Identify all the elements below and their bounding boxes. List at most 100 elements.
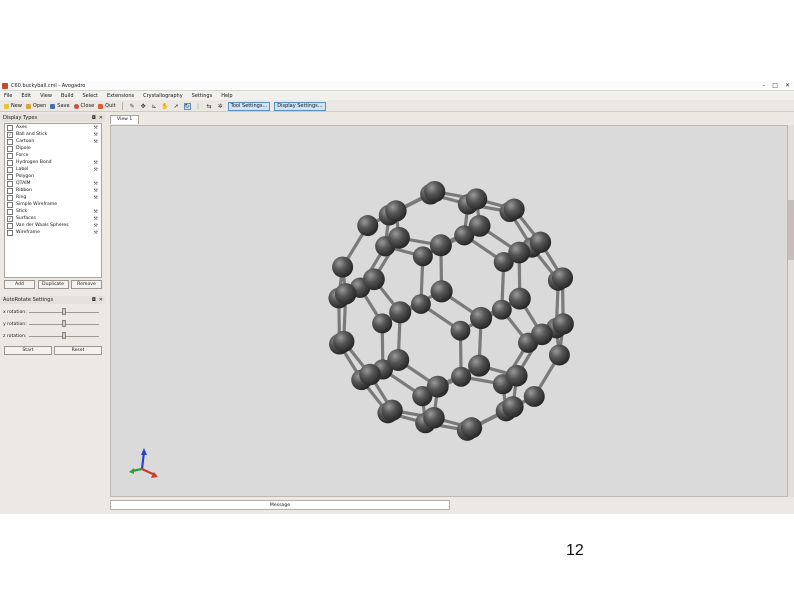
menu-crystallography[interactable]: Crystallography — [143, 93, 183, 99]
menu-build[interactable]: Build — [61, 93, 74, 99]
select-tool-icon[interactable]: ➚ — [173, 103, 180, 110]
dock-close-icon[interactable]: ✕ — [99, 297, 103, 303]
x-rotation-label: x rotation: — [3, 309, 27, 315]
menu-extensions[interactable]: Extensions — [107, 93, 134, 99]
display-type-row[interactable]: Polygon — [5, 173, 101, 180]
close-button[interactable]: Close — [73, 103, 94, 109]
settings-wrench-icon[interactable]: ⚒ — [94, 216, 98, 222]
settings-wrench-icon[interactable]: ⚒ — [94, 167, 98, 173]
display-type-checkbox[interactable] — [7, 124, 13, 131]
save-button[interactable]: Save — [50, 103, 70, 109]
display-type-row[interactable]: Simple Wireframe — [5, 201, 101, 208]
menu-select[interactable]: Select — [83, 93, 98, 99]
settings-wrench-icon[interactable]: ⚒ — [94, 139, 98, 145]
open-button[interactable]: Open — [25, 103, 46, 109]
display-type-checkbox[interactable] — [7, 187, 13, 194]
maximize-button[interactable]: □ — [772, 82, 778, 89]
y-rotation-slider[interactable] — [62, 320, 66, 327]
display-type-checkbox[interactable] — [7, 208, 13, 215]
new-button[interactable]: New — [4, 103, 22, 109]
autorotate-tool-icon[interactable]: ↻ — [183, 102, 191, 110]
navigate-tool-icon[interactable]: ✥ — [140, 103, 147, 110]
display-type-checkbox[interactable] — [7, 152, 13, 159]
bond-centric-tool-icon[interactable]: ⊾ — [151, 103, 158, 110]
carbon-atom — [362, 268, 385, 291]
display-type-row[interactable]: Ribbon ⚒ — [5, 187, 101, 194]
display-type-label: Simple Wireframe — [16, 202, 58, 207]
quit-label: Quit — [105, 103, 116, 109]
settings-wrench-icon[interactable]: ⚒ — [94, 223, 98, 229]
z-rotation-slider[interactable] — [62, 332, 66, 339]
menu-settings[interactable]: Settings — [192, 93, 213, 99]
settings-wrench-icon[interactable]: ⚒ — [94, 125, 98, 131]
measure-tool-icon[interactable]: ⋮ — [195, 103, 202, 110]
display-type-checkbox[interactable] — [7, 166, 13, 173]
display-types-list: Axes ⚒ ✓ Ball and Stick ⚒ Cartoon ⚒ Dipole Force… — [4, 123, 102, 278]
quit-button[interactable]: Quit — [98, 103, 116, 109]
add-button[interactable]: Add — [4, 280, 35, 289]
menu-file[interactable]: File — [4, 93, 12, 99]
display-type-checkbox[interactable] — [7, 222, 13, 229]
display-type-checkbox[interactable] — [7, 138, 13, 145]
manipulate-tool-icon[interactable]: ✋ — [161, 103, 168, 110]
display-type-row[interactable]: Van der Waals Spheres ⚒ — [5, 222, 101, 229]
molecule-viewport[interactable] — [110, 125, 788, 497]
draw-tool-icon[interactable]: ✎ — [129, 103, 136, 110]
menu-view[interactable]: View — [40, 93, 52, 99]
duplicate-button[interactable]: Duplicate — [37, 280, 69, 289]
right-scrollbar[interactable] — [788, 125, 794, 497]
settings-wrench-icon[interactable]: ⚒ — [94, 195, 98, 201]
display-types-dock: Display Types ◘ ✕ Axes ⚒ ✓ Ball and Stick ⚒ Ca… — [1, 114, 105, 514]
align-tool-icon[interactable]: ⇆ — [206, 103, 213, 110]
display-type-row[interactable]: Force — [5, 152, 101, 159]
dock-close-icon[interactable]: ✕ — [99, 115, 103, 121]
menu-edit[interactable]: Edit — [21, 93, 31, 99]
display-type-checkbox[interactable] — [7, 180, 13, 187]
display-type-row[interactable]: Ring ⚒ — [5, 194, 101, 201]
display-type-checkbox[interactable]: ✓ — [7, 131, 13, 138]
display-type-row[interactable]: Dipole — [5, 145, 101, 152]
carbon-atom — [450, 320, 471, 341]
tab-view-1[interactable]: View 1 — [110, 115, 140, 124]
scrollbar-thumb[interactable] — [788, 200, 794, 260]
display-type-row[interactable]: ✓ Surfaces ⚒ — [5, 215, 101, 222]
x-rotation-slider[interactable] — [62, 308, 66, 315]
display-type-row[interactable]: Label ⚒ — [5, 166, 101, 173]
menu-help[interactable]: Help — [221, 93, 232, 99]
display-type-row[interactable]: Stick ⚒ — [5, 208, 101, 215]
settings-wrench-icon[interactable]: ⚒ — [94, 181, 98, 187]
reset-button[interactable]: Reset — [54, 346, 102, 355]
settings-wrench-icon[interactable]: ⚒ — [94, 132, 98, 138]
carbon-atom — [551, 267, 574, 289]
display-type-checkbox[interactable] — [7, 194, 13, 201]
tool-settings-button[interactable]: Tool Settings... — [227, 101, 271, 111]
display-type-checkbox[interactable]: ✓ — [7, 215, 13, 222]
start-button[interactable]: Start — [4, 346, 52, 355]
display-type-checkbox[interactable] — [7, 159, 13, 166]
display-type-checkbox[interactable] — [7, 201, 13, 208]
settings-wrench-icon[interactable]: ⚒ — [94, 188, 98, 194]
minimize-button[interactable]: – — [762, 82, 765, 89]
display-type-row[interactable]: QTAIM ⚒ — [5, 180, 101, 187]
carbon-atom — [387, 349, 410, 371]
display-type-row[interactable]: Wireframe ⚒ — [5, 229, 101, 236]
display-type-checkbox[interactable] — [7, 229, 13, 236]
close-window-button[interactable]: ✕ — [785, 82, 790, 89]
display-type-row[interactable]: Axes ⚒ — [5, 124, 101, 131]
display-type-row[interactable]: ✓ Ball and Stick ⚒ — [5, 131, 101, 138]
autoopt-tool-icon[interactable]: ✲ — [217, 103, 224, 110]
settings-wrench-icon[interactable]: ⚒ — [94, 209, 98, 215]
remove-button[interactable]: Remove — [71, 280, 102, 289]
y-rotation-label: y rotation: — [3, 321, 27, 327]
display-type-checkbox[interactable] — [7, 173, 13, 180]
main-toolbar: New Open Save Close Quit ✎ ✥ ⊾ ✋ ➚ ↻ ⋮ ⇆… — [0, 101, 794, 112]
settings-wrench-icon[interactable]: ⚒ — [94, 160, 98, 166]
display-type-row[interactable]: Cartoon ⚒ — [5, 138, 101, 145]
float-icon[interactable]: ◘ — [92, 297, 96, 303]
display-type-row[interactable]: Hydrogen Bond ⚒ — [5, 159, 101, 166]
float-icon[interactable]: ◘ — [92, 115, 96, 121]
settings-wrench-icon[interactable]: ⚒ — [94, 230, 98, 236]
carbon-atom — [381, 399, 403, 421]
display-settings-button[interactable]: Display Settings... — [274, 101, 326, 111]
display-type-checkbox[interactable] — [7, 145, 13, 152]
